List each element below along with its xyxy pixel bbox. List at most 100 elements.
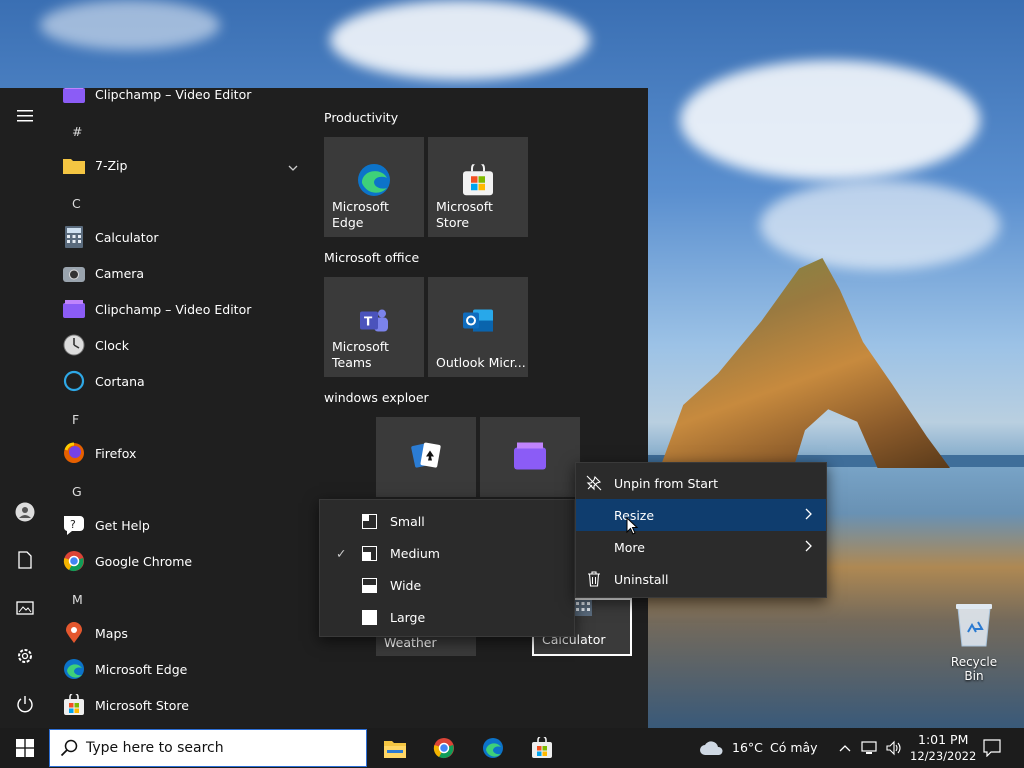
section-letter-c[interactable]: C <box>72 196 81 211</box>
edge-icon <box>62 657 86 681</box>
clock-date[interactable]: 12/23/2022 <box>910 749 976 763</box>
menu-item-resize[interactable]: Resize <box>576 499 826 531</box>
edge-icon[interactable] <box>481 736 505 760</box>
tile-label: Microsoft Store <box>436 199 493 230</box>
teams-icon: T <box>358 306 390 339</box>
section-letter-hash[interactable]: # <box>72 124 82 139</box>
group-title-productivity[interactable]: Productivity <box>324 110 398 125</box>
hamburger-icon[interactable] <box>13 104 37 128</box>
tile-microsoft-teams[interactable]: T Microsoft Teams <box>324 277 424 377</box>
small-tile-icon <box>362 513 377 529</box>
app-microsoft-store[interactable]: Microsoft Store <box>62 687 312 723</box>
app-clock[interactable]: Clock <box>62 327 312 363</box>
taskbar-search-box[interactable]: Type here to search <box>49 729 367 767</box>
option-label: Wide <box>390 577 422 593</box>
app-label: Get Help <box>95 517 150 533</box>
app-7zip[interactable]: 7-Zip <box>62 147 312 183</box>
tile-microsoft-edge[interactable]: Microsoft Edge <box>324 137 424 237</box>
weather-description[interactable]: Có mây <box>770 740 818 755</box>
cortana-icon <box>62 369 86 393</box>
tile-context-menu: Unpin from Start Resize More Uninstall <box>575 462 827 598</box>
store-icon <box>462 161 494 199</box>
folder-icon <box>62 153 86 177</box>
help-icon: ? <box>62 513 86 537</box>
menu-item-more[interactable]: More <box>576 531 826 563</box>
tile-label: Weather <box>384 635 437 650</box>
weather-temperature[interactable]: 16°C <box>732 740 763 755</box>
file-explorer-icon[interactable] <box>383 736 407 760</box>
app-label: Google Chrome <box>95 553 193 569</box>
menu-item-unpin[interactable]: Unpin from Start <box>576 467 826 499</box>
app-label: Clipchamp – Video Editor <box>95 301 252 317</box>
chevron-down-icon[interactable] <box>288 159 298 174</box>
resize-submenu: Small ✓ Medium Wide Large <box>319 499 575 637</box>
cloud <box>330 0 590 80</box>
app-label: Clock <box>95 337 129 353</box>
tile-clipchamp[interactable] <box>480 417 580 497</box>
app-maps[interactable]: Maps <box>62 615 312 651</box>
section-letter-f[interactable]: F <box>72 412 79 427</box>
section-letter-g[interactable]: G <box>72 484 82 499</box>
app-calculator[interactable]: Calculator <box>62 219 312 255</box>
documents-icon[interactable] <box>13 548 37 572</box>
app-label: Cortana <box>95 373 145 389</box>
app-get-help[interactable]: ? Get Help <box>62 507 312 543</box>
chrome-icon <box>62 549 86 573</box>
cloud <box>760 180 1000 270</box>
medium-tile-icon <box>362 545 377 561</box>
app-label: 7-Zip <box>95 157 128 173</box>
app-firefox[interactable]: Firefox <box>62 435 312 471</box>
section-letter-m[interactable]: M <box>72 592 83 607</box>
volume-icon[interactable] <box>884 736 904 760</box>
resize-option-medium[interactable]: ✓ Medium <box>320 537 574 569</box>
menu-item-uninstall[interactable]: Uninstall <box>576 563 826 595</box>
svg-text:?: ? <box>70 518 76 531</box>
tile-microsoft-store[interactable]: Microsoft Store <box>428 137 528 237</box>
tile-solitaire[interactable] <box>376 417 476 497</box>
edge-icon <box>357 163 391 200</box>
app-label: Maps <box>95 625 128 641</box>
clipchamp-icon <box>514 442 546 473</box>
cloud <box>680 60 980 180</box>
option-label: Large <box>390 609 426 625</box>
cloud-weather-icon[interactable] <box>698 736 726 760</box>
app-camera[interactable]: Camera <box>62 255 312 291</box>
power-icon[interactable] <box>13 692 37 716</box>
app-google-chrome[interactable]: Google Chrome <box>62 543 312 579</box>
pictures-icon[interactable] <box>13 596 37 620</box>
resize-option-wide[interactable]: Wide <box>320 569 574 601</box>
clipchamp-icon <box>62 88 86 106</box>
app-label: Calculator <box>95 229 159 245</box>
menu-item-label: Unpin from Start <box>614 475 718 491</box>
tile-outlook[interactable]: Outlook Micr... <box>428 277 528 377</box>
taskbar: Type here to search 16°C Có mây 1:01 PM … <box>0 728 1024 768</box>
chrome-icon[interactable] <box>432 736 456 760</box>
menu-item-label: Uninstall <box>614 571 669 587</box>
group-title-microsoft-office[interactable]: Microsoft office <box>324 250 419 265</box>
clock-time[interactable]: 1:01 PM <box>918 732 968 747</box>
recycle-bin-icon <box>956 604 992 647</box>
recycle-bin[interactable]: Recycle Bin <box>942 602 1006 683</box>
store-icon[interactable] <box>530 736 554 760</box>
store-icon <box>62 693 86 717</box>
option-label: Small <box>390 513 425 529</box>
app-cortana[interactable]: Cortana <box>62 363 312 399</box>
settings-gear-icon[interactable] <box>13 644 37 668</box>
chevron-up-icon[interactable] <box>836 736 854 760</box>
user-avatar-icon[interactable] <box>13 500 37 524</box>
app-clipchamp[interactable]: Clipchamp – Video Editor <box>62 291 312 327</box>
resize-option-small[interactable]: Small <box>320 505 574 537</box>
checkmark-icon: ✓ <box>336 545 347 561</box>
unpin-icon <box>586 475 602 491</box>
group-title-windows-exploer[interactable]: windows exploer <box>324 390 429 405</box>
network-icon[interactable] <box>860 736 880 760</box>
recycle-bin-label: Recycle Bin <box>950 655 998 683</box>
app-label: Clipchamp – Video Editor <box>95 88 252 102</box>
app-clipchamp-top[interactable]: Clipchamp – Video Editor <box>62 88 312 112</box>
windows-start-icon[interactable] <box>13 736 37 760</box>
cloud <box>40 0 220 50</box>
app-microsoft-edge[interactable]: Microsoft Edge <box>62 651 312 687</box>
chevron-right-icon <box>805 540 812 555</box>
notification-center-icon[interactable] <box>980 736 1004 760</box>
resize-option-large[interactable]: Large <box>320 601 574 633</box>
